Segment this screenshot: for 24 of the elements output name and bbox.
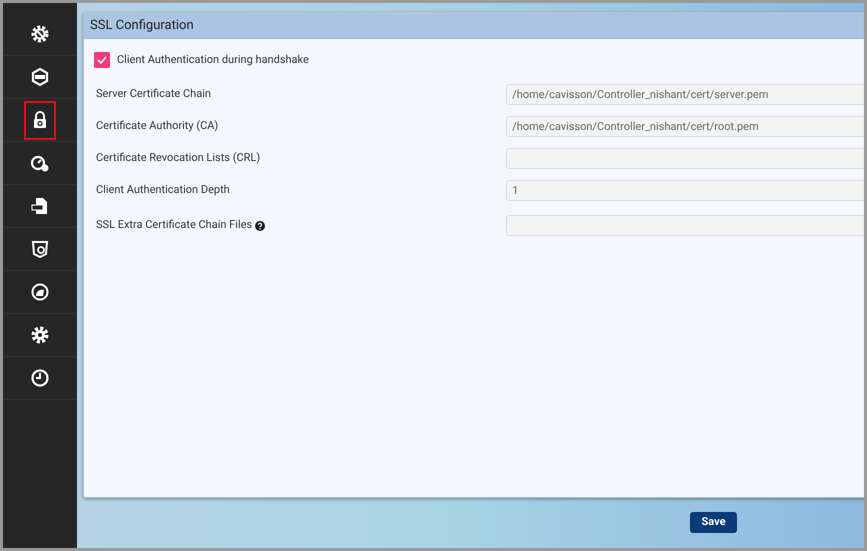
field-label: Client Authentication Depth	[96, 182, 230, 198]
checkbox-label: Client Authentication during handshake	[117, 52, 309, 68]
field-label: Certificate Revocation Lists (CRL)	[96, 150, 260, 166]
stopwatch-icon	[30, 153, 50, 173]
help-icon[interactable]	[255, 220, 266, 230]
shield-icon	[30, 239, 50, 259]
field-label: Certificate Authority (CA)	[96, 118, 218, 134]
input-field[interactable]: 1	[506, 180, 864, 201]
save-button[interactable]: Save	[690, 512, 737, 532]
clock-icon	[30, 368, 50, 388]
field-label: Server Certificate Chain	[96, 86, 211, 102]
field-label: SSL Extra Certificate Chain Files	[96, 217, 252, 234]
input-field[interactable]	[506, 215, 864, 236]
input-field[interactable]	[506, 148, 864, 168]
input-field[interactable]: /home/cavisson/Controller_nishant/cert/root.pem	[506, 116, 864, 137]
settings-icon	[30, 325, 50, 345]
document-icon	[30, 196, 50, 216]
gear-icon	[30, 24, 50, 44]
panel-title: SSL Configuration	[90, 16, 194, 35]
input-field[interactable]: /home/cavisson/Controller_nishant/cert/server.pem	[506, 84, 864, 105]
checkbox[interactable]	[94, 52, 110, 68]
check-icon	[96, 54, 108, 66]
hexagon-icon	[30, 67, 50, 87]
sidebar-item[interactable]	[24, 100, 56, 140]
